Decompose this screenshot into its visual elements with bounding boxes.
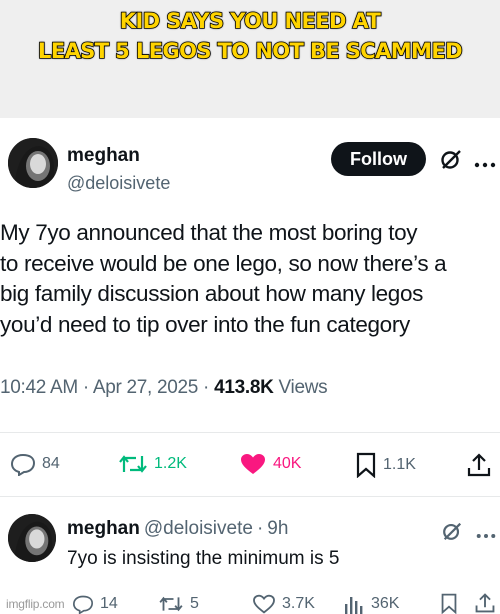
author-name[interactable]: meghan: [67, 145, 140, 167]
reply-icon: [72, 595, 94, 614]
share-icon: [467, 453, 491, 477]
more-options-icon[interactable]: [474, 156, 496, 168]
heart-icon: [253, 594, 275, 614]
share-icon: [475, 593, 495, 613]
meta-separator: ·: [82, 377, 93, 398]
share-button[interactable]: [466, 452, 492, 478]
views-label: Views: [278, 377, 328, 398]
reply-share-button[interactable]: [474, 592, 496, 614]
grok-icon[interactable]: [439, 147, 463, 171]
reply-text: 7yo is insisting the minimum is 5: [67, 548, 340, 569]
reply-reply-button[interactable]: 14: [72, 594, 118, 614]
reply-count: 84: [42, 455, 60, 472]
views-count: 413.8K: [214, 377, 274, 398]
repost-icon: [119, 455, 147, 473]
reply-author-name[interactable]: meghan: [67, 518, 140, 539]
tweet-date[interactable]: Apr 27, 2025: [93, 377, 199, 398]
more-options-icon[interactable]: [476, 527, 496, 538]
meme-caption-area: KID SAYS YOU NEED AT LEAST 5 LEGOS TO NO…: [0, 0, 500, 118]
avatar-photo-icon: [8, 514, 56, 562]
reply-like-button[interactable]: 3.7K: [252, 594, 315, 614]
tweet-text: My 7yo announced that the most boring to…: [0, 220, 447, 337]
reply-icon: [10, 453, 36, 476]
reply-like-count: 3.7K: [282, 595, 315, 612]
reply-author-handle[interactable]: @deloisivete: [144, 518, 253, 539]
bookmark-icon: [441, 593, 457, 614]
author-handle[interactable]: @deloisivete: [67, 173, 170, 194]
avatar[interactable]: [8, 138, 58, 188]
meme-caption: KID SAYS YOU NEED AT LEAST 5 LEGOS TO NO…: [37, 8, 463, 64]
bookmark-button[interactable]: 1.1K: [355, 452, 416, 478]
reply-author-line: meghan @deloisivete · 9h: [67, 518, 288, 540]
reply-repost-button[interactable]: 5: [158, 594, 199, 614]
bookmark-count: 1.1K: [383, 456, 416, 473]
like-count: 40K: [273, 455, 302, 472]
analytics-icon: [345, 597, 363, 614]
tweet-meta: 10:42 AM · Apr 27, 2025 · 413.8K Views: [0, 377, 328, 399]
meta-separator: ·: [203, 377, 215, 398]
divider: [0, 496, 500, 497]
repost-button[interactable]: 1.2K: [118, 452, 187, 476]
reply-age[interactable]: 9h: [267, 518, 288, 539]
reply-repost-count: 5: [190, 595, 199, 612]
reply-bookmark-button[interactable]: [440, 593, 458, 614]
like-button[interactable]: 40K: [239, 452, 301, 476]
reply-views-count: 36K: [371, 595, 400, 612]
grok-icon[interactable]: [441, 520, 463, 542]
reply-reply-count: 14: [100, 595, 118, 612]
bookmark-icon: [356, 452, 376, 478]
imgflip-watermark: imgflip.com: [6, 597, 65, 611]
follow-button[interactable]: Follow: [331, 142, 426, 176]
repost-count: 1.2K: [154, 455, 187, 472]
reply-avatar[interactable]: [8, 514, 56, 562]
repost-icon: [159, 596, 183, 612]
meta-separator: ·: [256, 518, 264, 539]
reply-button[interactable]: 84: [10, 452, 60, 476]
avatar-photo-icon: [8, 138, 58, 188]
heart-icon: [241, 454, 265, 474]
reply-views-button[interactable]: 36K: [343, 594, 399, 614]
tweet-time[interactable]: 10:42 AM: [0, 377, 78, 398]
divider: [0, 432, 500, 433]
